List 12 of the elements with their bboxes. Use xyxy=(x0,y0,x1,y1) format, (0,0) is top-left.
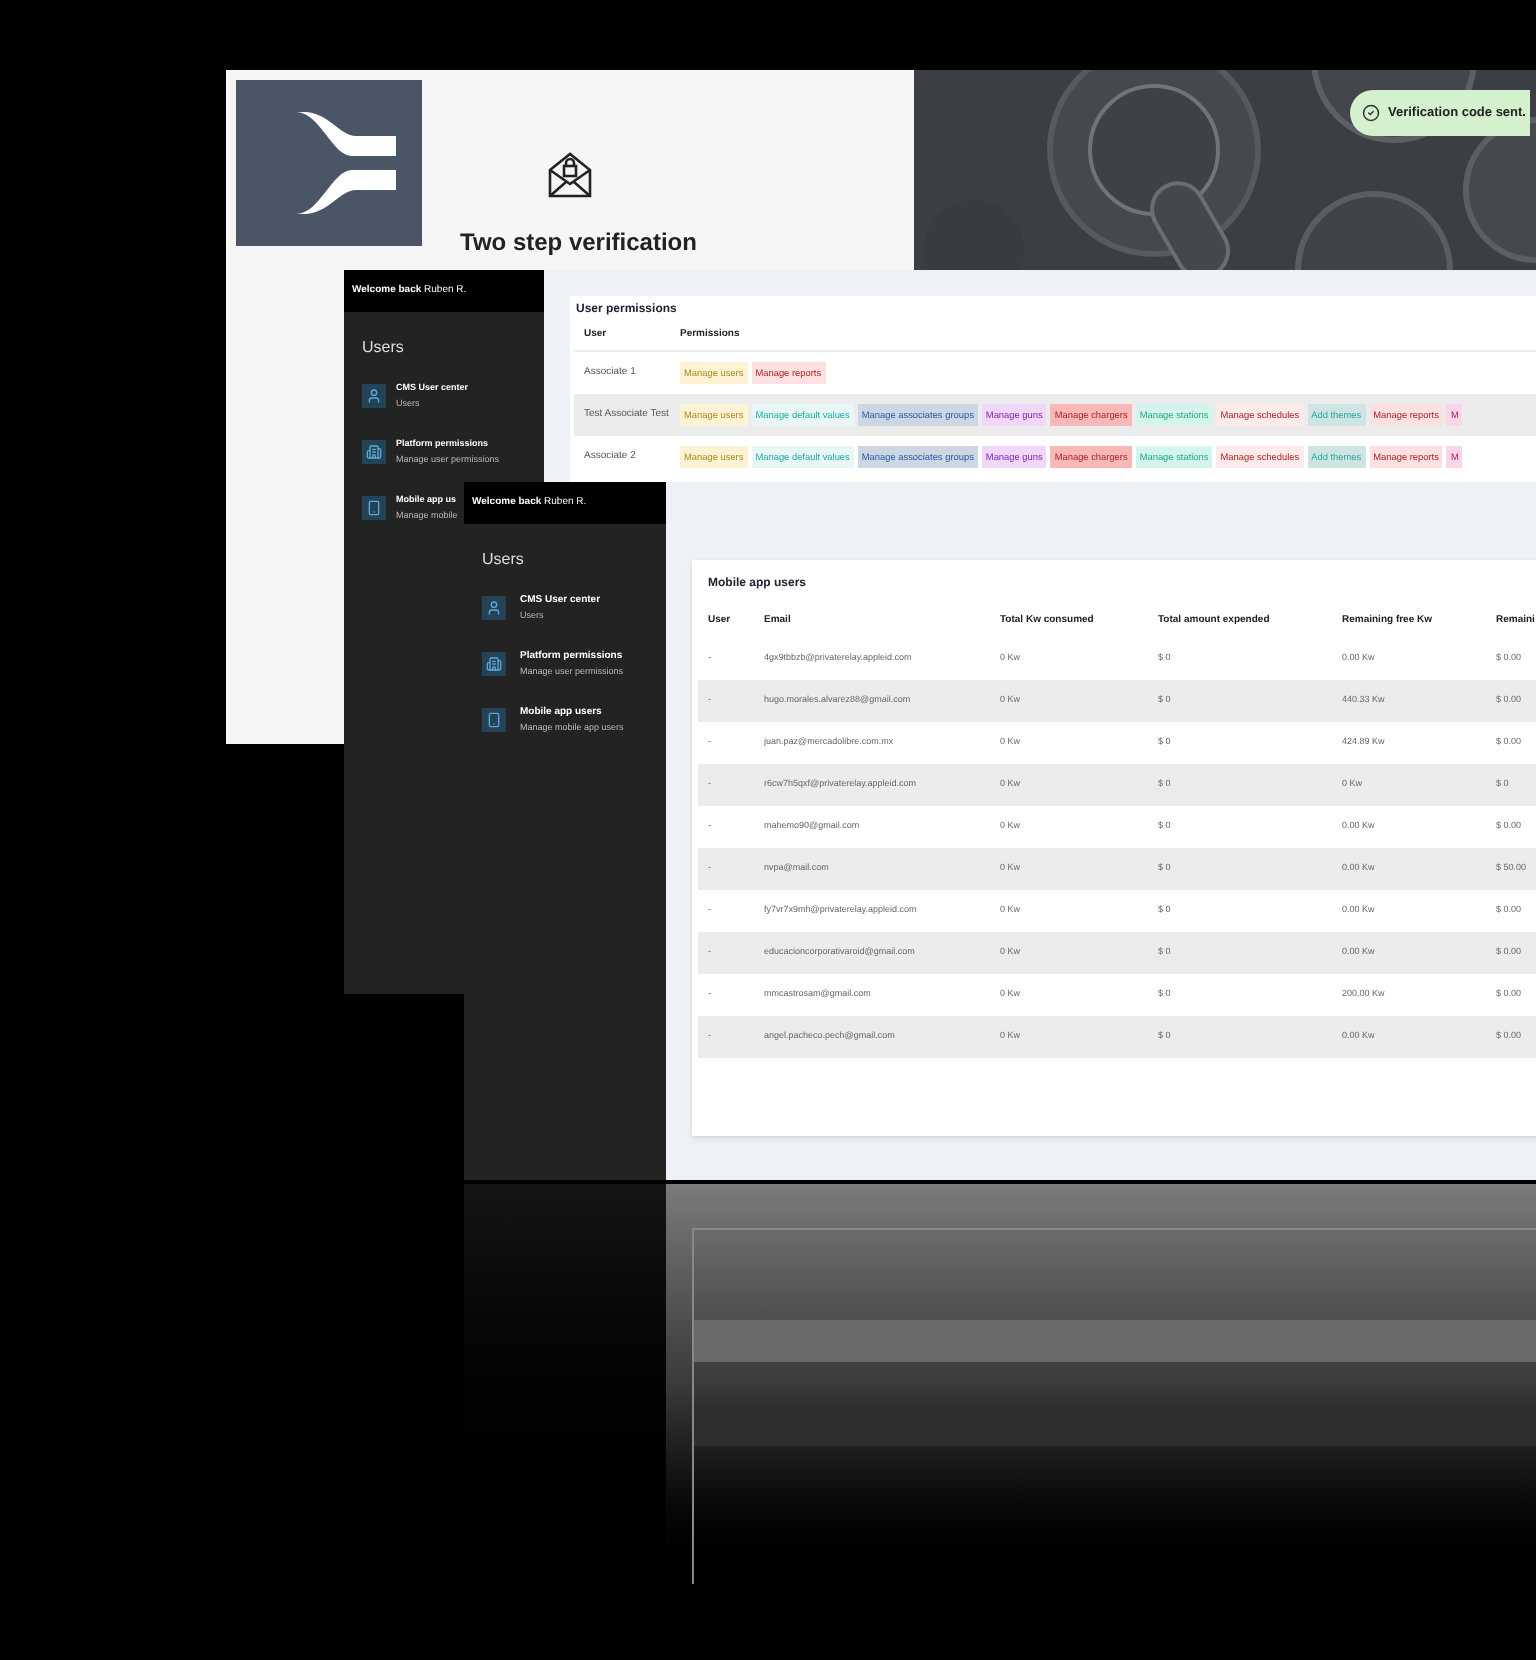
sidebar-title: Users xyxy=(362,336,404,360)
page-title: Two step verification xyxy=(460,226,697,260)
person-icon xyxy=(362,384,386,408)
building-icon xyxy=(362,440,386,464)
envelope-lock-icon xyxy=(546,148,594,200)
person-icon xyxy=(482,596,506,620)
building-icon xyxy=(482,652,506,676)
sidebar-title: Users xyxy=(482,548,524,572)
phone-icon xyxy=(362,496,386,520)
check-circle-icon xyxy=(1362,104,1380,122)
logo-icon xyxy=(236,80,422,246)
phone-icon xyxy=(482,708,506,732)
